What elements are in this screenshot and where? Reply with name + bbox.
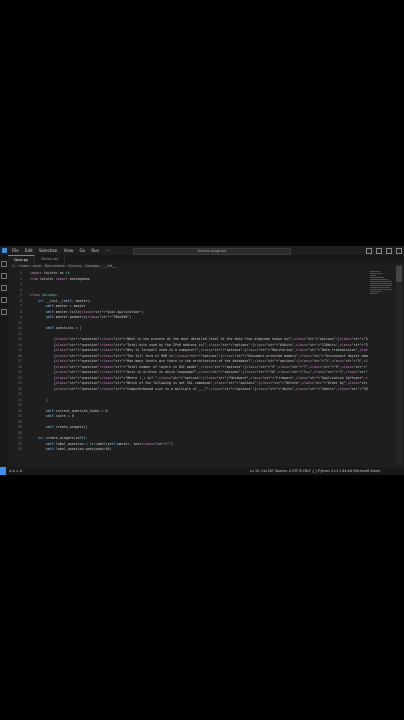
line-numbers: 1 2 3 4 5 6 7 8 9 10 11 12 13 14 15 16 17 18 19 20 21 22 23 24 2… [8, 271, 22, 453]
menu-selection[interactable]: Selection [39, 248, 57, 253]
code-line[interactable]: {class="str">"question":class="str">"Wha… [30, 337, 368, 343]
activity-bar [0, 255, 8, 466]
tab-quiz[interactable]: Quiz.py [8, 255, 36, 263]
problems-status[interactable]: ⊗ 0 ⚠ 0 [9, 469, 22, 473]
run-debug-icon[interactable] [1, 297, 7, 303]
editor-status[interactable]: Ln 19, Col 187 Spaces: 4 UTF-8 CRLF { } … [250, 469, 380, 473]
extensions-icon[interactable] [1, 309, 7, 315]
status-bar: ⊗ 0 ⚠ 0 Ln 19, Col 187 Spaces: 4 UTF-8 C… [0, 467, 404, 475]
menu-view[interactable]: View [64, 248, 74, 253]
editor-tabs: Quiz.py Demo.py [8, 255, 404, 263]
title-bar: File Edit Selection View Go Run ··· Scre… [0, 246, 404, 255]
menu-edit[interactable]: Edit [25, 248, 33, 253]
line-number: 33 [18, 447, 22, 451]
menu-bar: File Edit Selection View Go Run ··· [7, 248, 109, 253]
window-controls [366, 248, 402, 254]
close-icon[interactable] [396, 248, 402, 254]
explorer-icon[interactable] [1, 261, 7, 267]
menu-run[interactable]: Run [91, 248, 99, 253]
code-text[interactable]: import tkinter as tk from tkinter import … [30, 271, 368, 453]
layout-icon[interactable] [366, 248, 372, 254]
code-line[interactable]: {class="str">"question":class="str">"Why… [30, 348, 368, 354]
command-search-input[interactable]: Screen program [133, 248, 291, 255]
code-line[interactable]: self.label_question.pack(pady=10) [30, 447, 368, 453]
tab-demo[interactable]: Demo.py [35, 255, 66, 263]
remote-indicator-icon[interactable] [0, 467, 6, 475]
source-control-icon[interactable] [1, 285, 7, 291]
menu-go[interactable]: Go [80, 248, 86, 253]
vertical-scrollbar[interactable] [396, 264, 402, 464]
code-line[interactable]: {class="str">"question":class="str">"Com… [30, 387, 368, 393]
code-line[interactable]: {class="str">"question":class="str">"Uni… [30, 370, 368, 376]
breadcrumb[interactable]: C: › Users › ansh › Documents › Quiz.py … [12, 264, 116, 268]
panel-toggle-icon[interactable] [376, 248, 382, 254]
vscode-window: File Edit Selection View Go Run ··· Scre… [0, 246, 404, 475]
minimize-icon[interactable] [386, 248, 392, 254]
code-editor[interactable]: 1 2 3 4 5 6 7 8 9 10 11 12 13 14 15 16 17 18 19 20 21 22 23 24 2… [8, 271, 368, 466]
search-icon[interactable] [1, 273, 7, 279]
code-line[interactable]: {class="str">"question":class="str">"Whi… [30, 381, 368, 387]
menu-file[interactable]: File [12, 248, 19, 253]
menu-more[interactable]: ··· [105, 248, 109, 253]
scrollbar-thumb[interactable] [396, 266, 402, 282]
minimap[interactable] [370, 271, 394, 331]
